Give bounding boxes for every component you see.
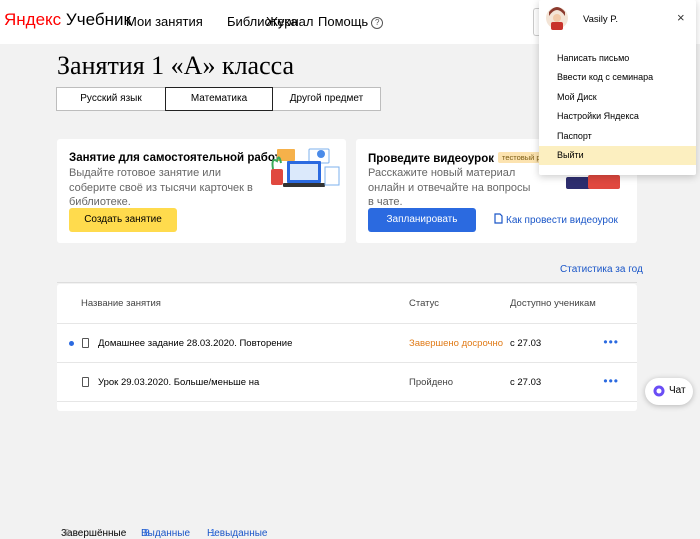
how-to-video-link-text: Как провести видеоурок	[506, 215, 618, 226]
nav-journal[interactable]: Журнал	[266, 14, 313, 29]
video-card-text: Расскажите новый материал онлайн и отвеч…	[368, 167, 531, 208]
help-icon: ?	[371, 17, 384, 29]
tab-russian[interactable]: Русский язык	[56, 87, 166, 111]
table-row[interactable]: Урок 29.03.2020. Больше/меньше на Пройде…	[57, 362, 637, 402]
table-row[interactable]: Домашнее задание 28.03.2020. Повторение …	[57, 323, 637, 363]
how-to-video-link[interactable]: Как провести видеоурок	[494, 213, 618, 226]
menu-item-label: Мой Диск	[557, 92, 597, 102]
menu-item-label: Выйти	[557, 150, 584, 160]
lesson-doc-icon	[82, 338, 89, 348]
menu-item-label: Написать письмо	[557, 53, 630, 63]
document-icon	[494, 213, 503, 224]
chat-icon	[653, 385, 665, 397]
self-work-card: Занятие для самостоятельной работы Выдай…	[57, 139, 346, 243]
logo-yandex: Яндекс	[4, 10, 62, 29]
nav-help-label: Помощь	[318, 14, 369, 29]
user-menu-dropdown: Vasily P. × Написать письмо Ввести код с…	[539, 0, 696, 175]
menu-item-label: Настройки Яндекса	[557, 111, 639, 121]
avatar[interactable]	[545, 6, 569, 32]
user-name: Vasily P.	[583, 14, 619, 25]
lesson-available: с 27.03	[510, 377, 542, 388]
col-header-status: Статус	[409, 298, 440, 309]
tab-completed-count: 8	[64, 528, 70, 539]
self-work-title: Занятие для самостоятельной работы	[69, 152, 291, 164]
cards-illustration-icon	[271, 148, 340, 187]
video-illustration-icon	[566, 175, 620, 189]
tab-underline	[57, 282, 637, 283]
create-lesson-button[interactable]: Создать занятие	[69, 208, 177, 232]
subject-tabs: Русский язык Математика Другой предмет	[56, 87, 381, 111]
tab-issued-count: 8	[144, 528, 150, 539]
menu-item-seminar-code[interactable]: Ввести код с семинара	[539, 68, 696, 87]
tab-other-subject[interactable]: Другой предмет	[272, 87, 381, 111]
lesson-name[interactable]: Урок 29.03.2020. Больше/меньше на	[98, 377, 259, 388]
menu-item-my-disk[interactable]: Мой Диск	[539, 88, 696, 107]
logo-uchebnik: Учебник	[65, 10, 131, 29]
lesson-doc-icon	[82, 377, 89, 387]
lessons-table: Название занятия Статус Доступно ученика…	[57, 284, 637, 411]
video-card-title-text: Проведите видеоурок	[368, 153, 494, 165]
lesson-name[interactable]: Домашнее задание 28.03.2020. Повторение	[98, 338, 292, 349]
more-icon[interactable]: •••	[603, 335, 619, 349]
close-icon[interactable]: ×	[677, 10, 685, 25]
tab-not-issued-label: Невыданные	[207, 528, 268, 539]
lesson-status: Завершено досрочно	[409, 338, 504, 349]
self-work-text: Выдайте готовое занятие или соберите сво…	[69, 167, 253, 208]
nav-my-lessons[interactable]: Мои занятия	[126, 14, 203, 29]
table-row	[57, 401, 637, 412]
col-header-available: Доступно ученикам	[510, 298, 596, 309]
chat-button[interactable]: Чат	[645, 378, 693, 405]
lesson-status: Пройдено	[409, 377, 454, 388]
more-icon[interactable]: •••	[603, 374, 619, 388]
menu-item-logout[interactable]: Выйти	[539, 146, 696, 165]
year-statistics-link[interactable]: Статистика за год	[560, 264, 643, 275]
schedule-button[interactable]: Запланировать	[368, 208, 476, 232]
page-title: Занятия 1 «А» класса	[57, 51, 295, 80]
lesson-available: с 27.03	[510, 338, 542, 349]
chat-label: Чат	[669, 385, 686, 396]
menu-item-yandex-settings[interactable]: Настройки Яндекса	[539, 107, 696, 126]
logo[interactable]: Яндекс Учебник	[4, 10, 131, 30]
tab-completed-label: Завершённые	[61, 528, 127, 539]
tab-not-issued-count: 1	[210, 528, 216, 539]
menu-item-label: Ввести код с семинара	[557, 72, 654, 82]
menu-item-write-letter[interactable]: Написать письмо	[539, 49, 696, 68]
tab-math[interactable]: Математика	[165, 87, 273, 111]
video-card-title: Проведите видеоурок тестовый режим	[368, 152, 564, 165]
unread-dot-icon	[69, 341, 74, 346]
nav-help[interactable]: Помощь?	[318, 14, 384, 29]
menu-item-label: Паспорт	[557, 131, 592, 141]
col-header-name: Название занятия	[81, 298, 161, 309]
menu-item-passport[interactable]: Паспорт	[539, 127, 696, 146]
